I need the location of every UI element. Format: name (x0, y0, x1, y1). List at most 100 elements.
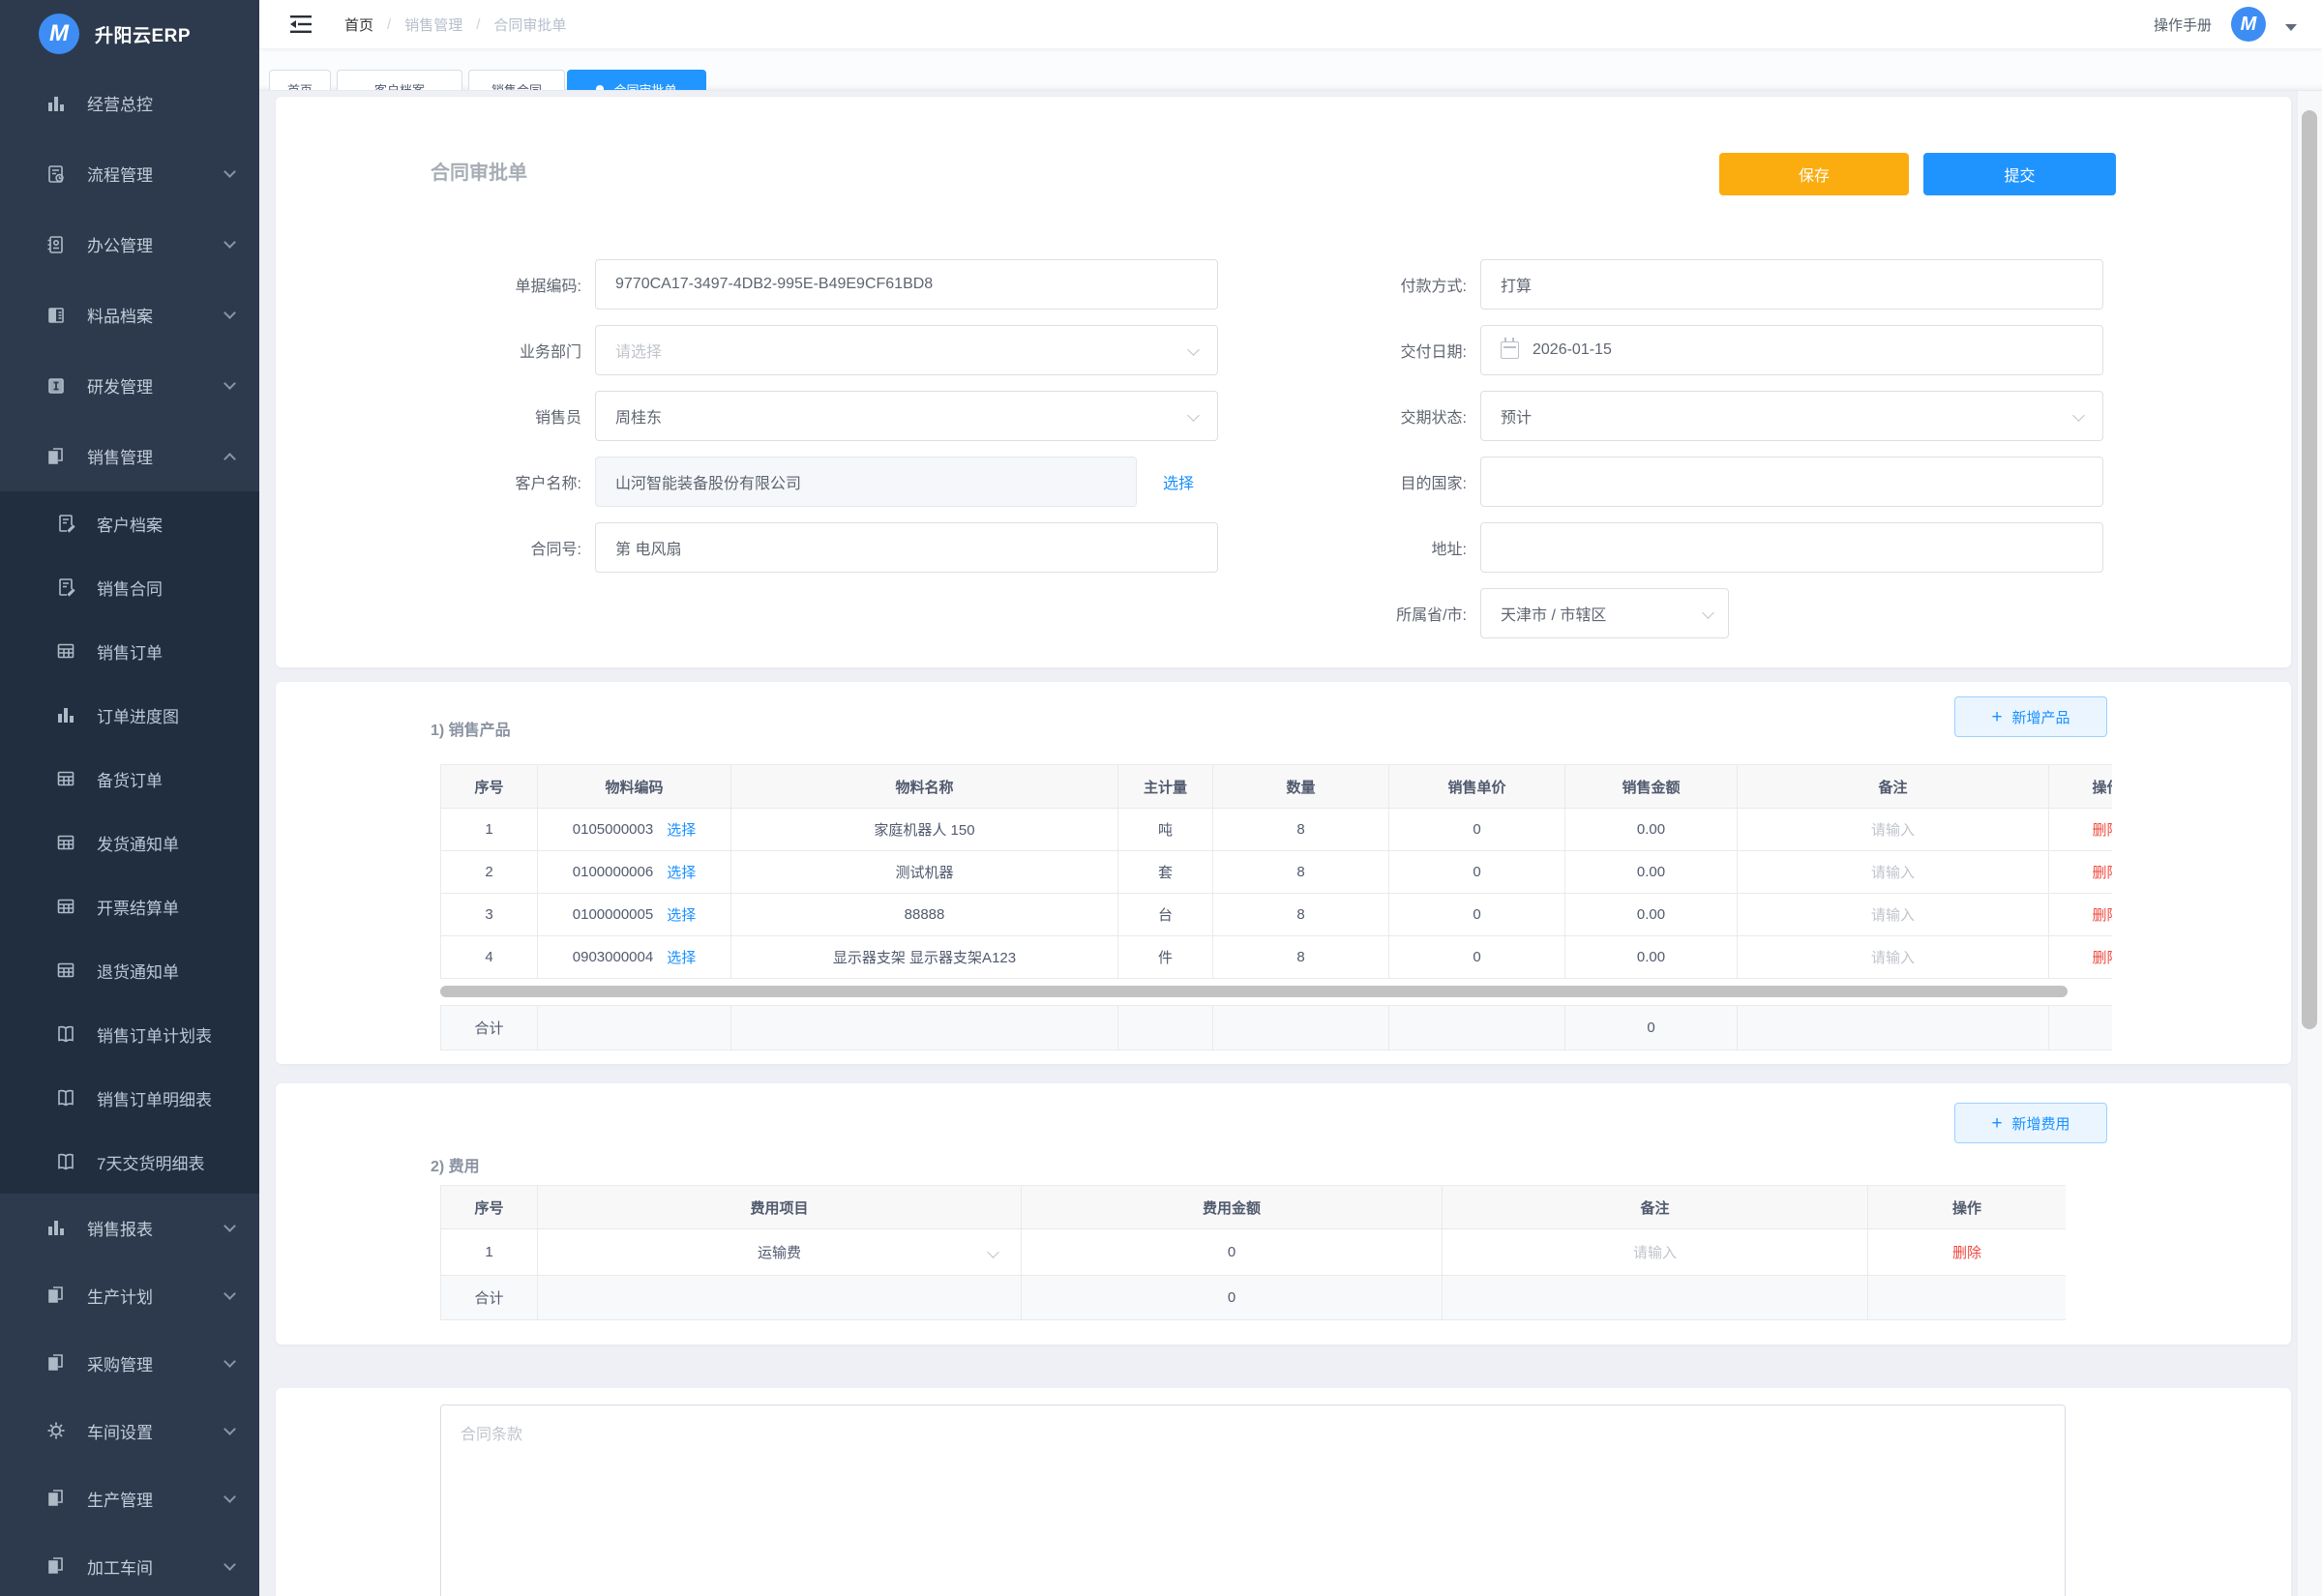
cell-name: 显示器支架 显示器支架A123 (731, 936, 1118, 979)
col-header-name: 物料名称 (731, 765, 1118, 809)
sidebar-item-label: 办公管理 (87, 232, 153, 256)
sidebar-item-order-progress[interactable]: 订单进度图 (0, 683, 259, 747)
note-input[interactable]: 请输入 (1633, 1245, 1677, 1261)
add-product-label: 新增产品 (2012, 707, 2070, 727)
sidebar-item-rnd-mgmt[interactable]: 研发管理 (0, 350, 259, 421)
address-field[interactable] (1480, 522, 2103, 573)
col-header-actions: 操作 (1868, 1186, 2067, 1229)
tab-contract-approval[interactable]: 合同审批单 (567, 70, 706, 91)
note-input[interactable]: 请输入 (1871, 907, 1915, 924)
sidebar-item-process-mgmt[interactable]: 流程管理 (0, 138, 259, 209)
delete-row-link[interactable]: 删除 (2092, 865, 2112, 881)
choose-material-link[interactable]: 选择 (667, 819, 696, 840)
cell-price[interactable]: 0 (1389, 851, 1565, 894)
delete-row-link[interactable]: 删除 (2092, 950, 2112, 966)
cell-price[interactable]: 0 (1389, 936, 1565, 979)
table-icon (54, 959, 77, 982)
user-menu-caret-icon[interactable] (2285, 24, 2297, 31)
dept-select[interactable]: 请选择 (595, 325, 1218, 375)
vertical-scrollbar-thumb[interactable] (2302, 110, 2317, 1029)
sidebar-item-materials-archive[interactable]: 料品档案 (0, 280, 259, 350)
sidebar-item-label: 流程管理 (87, 162, 153, 186)
sidebar-item-production-plan[interactable]: 生产计划 (0, 1261, 259, 1329)
sidebar-item-sales-mgmt[interactable]: 销售管理 (0, 421, 259, 491)
save-button[interactable]: 保存 (1719, 153, 1909, 195)
add-fee-button[interactable]: + 新增费用 (1954, 1103, 2107, 1143)
sidebar-item-stocking-order[interactable]: 备货订单 (0, 747, 259, 811)
products-totals-table: 合计 0 (440, 1005, 2112, 1050)
note-input[interactable]: 请输入 (1871, 950, 1915, 966)
sidebar-item-office-mgmt[interactable]: 办公管理 (0, 209, 259, 280)
table-row: 1 运输费 0 请输入 删除 (441, 1229, 2067, 1276)
sidebar-item-sales-report[interactable]: 销售报表 (0, 1194, 259, 1261)
col-header-fee-amount: 费用金额 (1022, 1186, 1443, 1229)
dest-country-field[interactable] (1480, 457, 2103, 507)
horizontal-scrollbar-thumb[interactable] (440, 986, 2068, 997)
cell-no: 2 (441, 851, 538, 894)
salesman-select[interactable]: 周桂东 (595, 391, 1218, 441)
tab-sales-contract[interactable]: 销售合同 (468, 70, 565, 91)
sidebar-item-sales-order-detail[interactable]: 销售订单明细表 (0, 1066, 259, 1130)
tab-customer-archive[interactable]: 客户档案 (337, 70, 462, 91)
fee-item-select[interactable]: 运输费 (538, 1242, 1021, 1262)
sidebar-item-customer-archive[interactable]: 客户档案 (0, 491, 259, 555)
delivery-status-select[interactable]: 预计 (1480, 391, 2103, 441)
payment-field[interactable] (1480, 259, 2103, 310)
manual-link[interactable]: 操作手册 (2154, 15, 2212, 35)
cell-name: 家庭机器人 150 (731, 809, 1118, 851)
note-input[interactable]: 请输入 (1871, 865, 1915, 881)
topbar-right: 操作手册 M (2154, 7, 2297, 42)
rnd-icon (45, 374, 68, 398)
cell-qty[interactable]: 8 (1213, 851, 1389, 894)
sidebar-item-workshop-settings[interactable]: 车间设置 (0, 1397, 259, 1464)
delete-row-link[interactable]: 删除 (2092, 907, 2112, 924)
contract-terms-textarea[interactable] (440, 1404, 2066, 1596)
sidebar-item-processing-workshop[interactable]: 加工车间 (0, 1532, 259, 1596)
cell-fee-amount[interactable]: 0 (1022, 1229, 1443, 1276)
cell-qty[interactable]: 8 (1213, 809, 1389, 851)
province-select[interactable]: 天津市 / 市辖区 (1480, 588, 1729, 638)
delete-row-link[interactable]: 删除 (2092, 822, 2112, 839)
add-product-button[interactable]: + 新增产品 (1954, 696, 2107, 737)
tab-home[interactable]: 首页 (269, 70, 331, 91)
breadcrumb-section[interactable]: 销售管理 (404, 15, 462, 35)
sidebar-collapse-icon[interactable] (288, 14, 313, 35)
fees-totals-row: 合计 0 (441, 1276, 2067, 1320)
sidebar-item-production-mgmt[interactable]: 生产管理 (0, 1464, 259, 1532)
vertical-scrollbar[interactable] (2297, 91, 2322, 1596)
app-logo: M 升阳云ERP (0, 0, 259, 68)
avatar[interactable]: M (2231, 7, 2266, 42)
horizontal-scrollbar[interactable] (440, 984, 2112, 999)
sidebar-item-business-dashboard[interactable]: 经营总控 (0, 68, 259, 138)
sidebar-item-shipping-notice[interactable]: 发货通知单 (0, 811, 259, 874)
cell-price[interactable]: 0 (1389, 809, 1565, 851)
breadcrumb-separator: / (387, 16, 391, 33)
terms-panel (276, 1388, 2291, 1596)
sidebar-item-sales-contract[interactable]: 销售合同 (0, 555, 259, 619)
delivery-date-picker[interactable]: 2026-01-15 (1480, 325, 2103, 375)
cell-qty[interactable]: 8 (1213, 894, 1389, 936)
submit-button[interactable]: 提交 (1923, 153, 2116, 195)
cell-price[interactable]: 0 (1389, 894, 1565, 936)
sidebar-item-invoice-settlement[interactable]: 开票结算单 (0, 874, 259, 938)
sidebar-item-label: 销售订单明细表 (97, 1086, 212, 1110)
contract-no-field[interactable] (595, 522, 1218, 573)
choose-material-link[interactable]: 选择 (667, 904, 696, 925)
choose-material-link[interactable]: 选择 (667, 862, 696, 882)
office-card-icon (45, 233, 68, 256)
doc-no-field[interactable] (595, 259, 1218, 310)
calendar-icon (1501, 341, 1519, 359)
note-input[interactable]: 请输入 (1871, 822, 1915, 839)
active-tab-dot-icon (596, 85, 604, 91)
sidebar-item-sales-order[interactable]: 销售订单 (0, 619, 259, 683)
sidebar-item-return-notice[interactable]: 退货通知单 (0, 938, 259, 1002)
customer-choose-link[interactable]: 选择 (1163, 470, 1194, 493)
delete-row-link[interactable]: 删除 (1952, 1245, 1981, 1261)
choose-material-link[interactable]: 选择 (667, 947, 696, 967)
breadcrumb-home[interactable]: 首页 (344, 15, 373, 35)
sidebar-item-purchase-mgmt[interactable]: 采购管理 (0, 1329, 259, 1397)
contract-form-panel: 合同审批单 保存 提交 单据编码: 业务部门 请选择 销售员 周桂东 (276, 97, 2291, 667)
cell-qty[interactable]: 8 (1213, 936, 1389, 979)
sidebar-item-7day-delivery-detail[interactable]: 7天交货明细表 (0, 1130, 259, 1194)
sidebar-item-sales-order-plan[interactable]: 销售订单计划表 (0, 1002, 259, 1066)
